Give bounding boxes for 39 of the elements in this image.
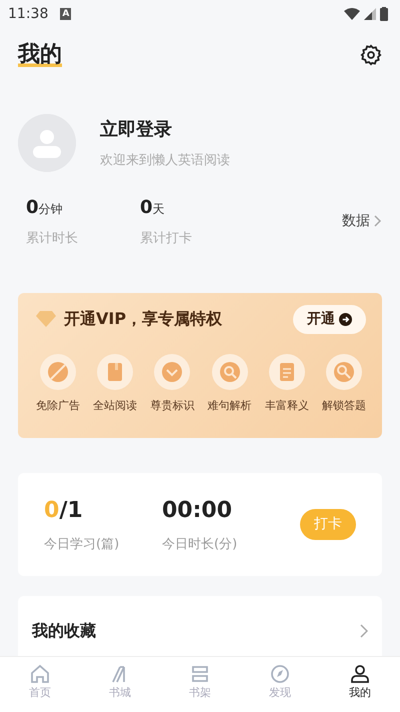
stat-value: 0分钟 (26, 196, 64, 220)
perk-label: 丰富释义 (264, 398, 309, 414)
shelf-icon (189, 663, 211, 685)
notification-indicator: A (60, 8, 72, 20)
person-icon (349, 663, 371, 685)
status-time: 11:38 (8, 4, 48, 24)
perk-label: 免除广告 (36, 398, 80, 414)
vip-title: 开通VIP，享专属特权 (64, 308, 222, 330)
arrow-right-icon (339, 312, 352, 326)
tab[interactable]: 我的 (320, 657, 400, 712)
open-vip-button[interactable]: 开通 (293, 304, 366, 334)
home-icon (29, 663, 51, 685)
today-time-label: 今日时长(分) (162, 536, 238, 554)
today-total-count: /1 (59, 498, 83, 523)
stat-label: 累计打卡 (140, 230, 192, 248)
welcome-text: 欢迎来到懒人英语阅读 (100, 152, 230, 170)
login-link[interactable]: 立即登录 (100, 116, 230, 143)
search-icon (332, 360, 356, 384)
perk-label: 难句解析 (208, 398, 252, 414)
today-time: 00:00 (162, 496, 234, 525)
no-ads-icon (46, 360, 70, 384)
perk-label: 尊贵标识 (150, 398, 194, 414)
chevron-right-icon (374, 215, 382, 228)
chevron-right-icon (360, 624, 368, 638)
page-title: 我的 (18, 40, 62, 70)
stat-value: 0天 (140, 196, 166, 220)
today-done-count: 0 (44, 498, 60, 523)
today-count-label: 今日学习(篇) (44, 536, 120, 554)
data-link[interactable]: 数据 (342, 210, 370, 232)
perk-label: 解锁答题 (322, 398, 366, 414)
battery-icon (380, 7, 388, 21)
perk-label: 全站阅读 (93, 398, 138, 414)
stat-label: 累计时长 (26, 230, 78, 248)
magnifier-icon (218, 360, 242, 384)
menu-item[interactable]: 我的收藏 (18, 596, 382, 656)
settings-icon[interactable] (360, 44, 382, 66)
wifi-icon (344, 8, 360, 20)
signal-icon (364, 8, 376, 20)
compass-icon (269, 663, 291, 685)
